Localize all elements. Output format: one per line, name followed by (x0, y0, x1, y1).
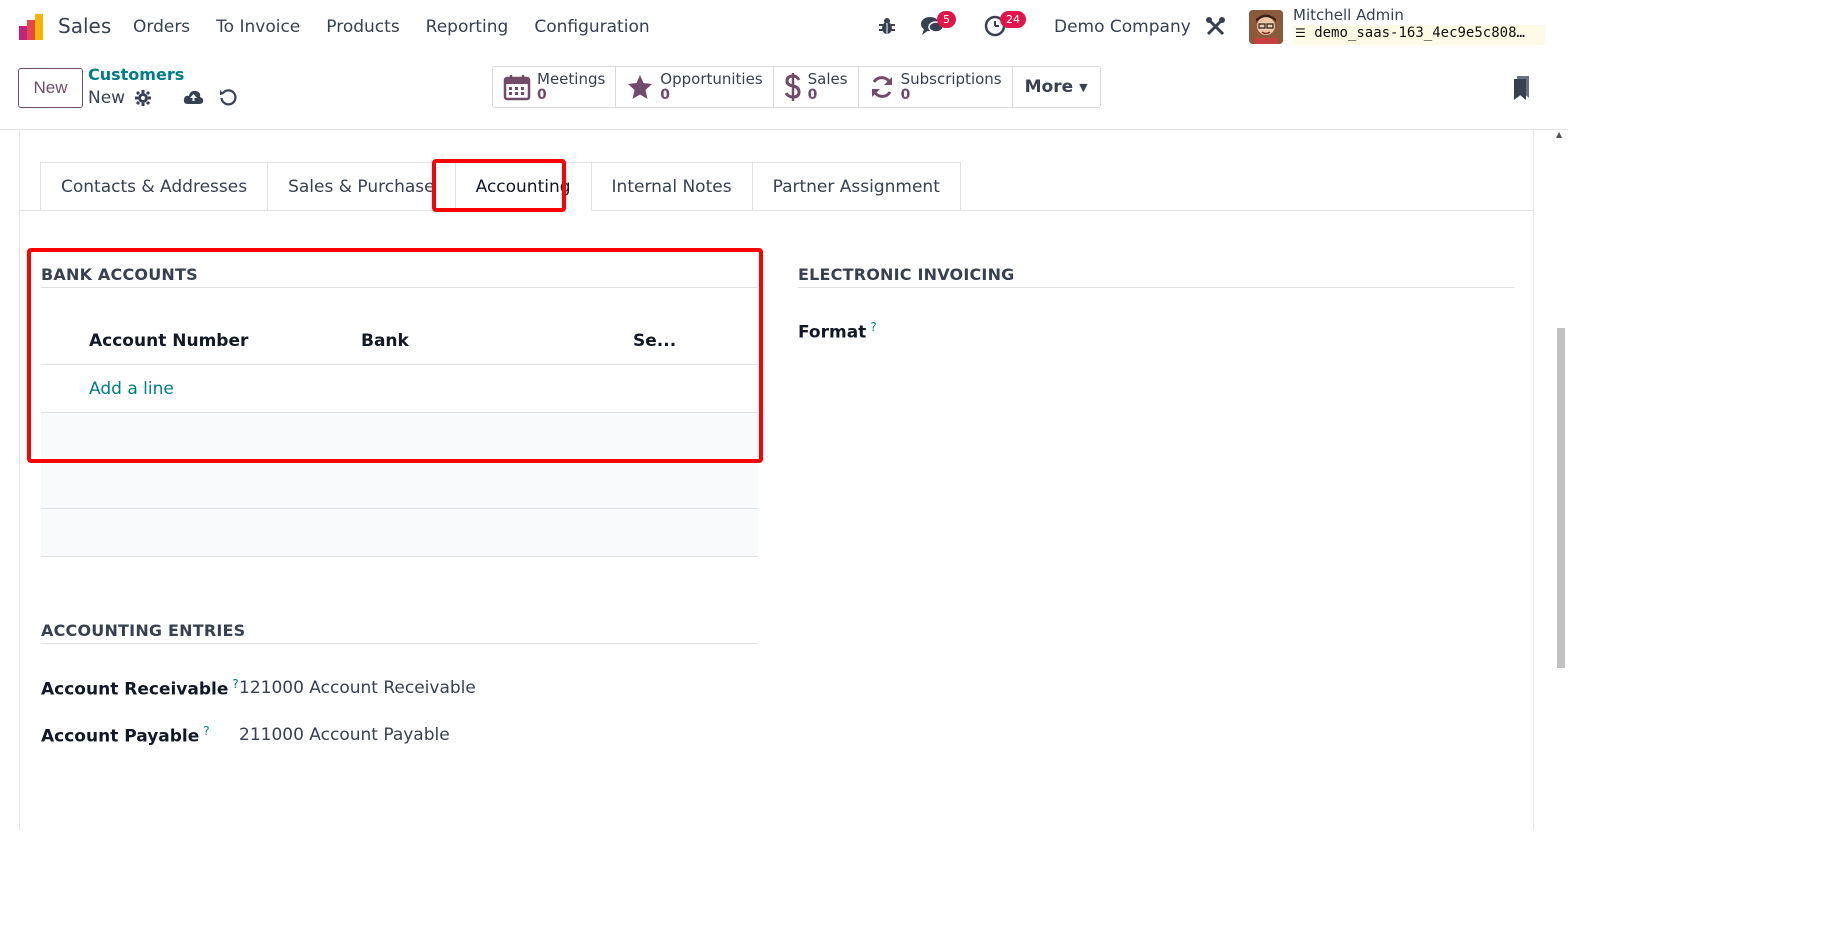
main-menu: Orders To Invoice Products Reporting Con… (120, 17, 663, 37)
account-receivable-label: Account Receivable? (41, 677, 239, 700)
tab-accounting[interactable]: Accounting (454, 162, 591, 211)
new-button[interactable]: New (18, 68, 83, 108)
breadcrumb-customers[interactable]: Customers (88, 65, 184, 84)
accounting-entries-title: ACCOUNTING ENTRIES (41, 621, 246, 640)
refresh-icon (871, 76, 892, 98)
database-icon: ☰ (1295, 26, 1306, 40)
account-payable-label-text: Account Payable (41, 726, 200, 747)
menu-configuration[interactable]: Configuration (521, 17, 662, 37)
tab-partner-assignment[interactable]: Partner Assignment (751, 162, 961, 211)
add-a-line-link[interactable]: Add a line (89, 379, 174, 399)
discard-undo-icon[interactable] (219, 88, 237, 106)
star-icon (628, 75, 653, 99)
gear-icon[interactable] (135, 90, 151, 106)
menu-reporting[interactable]: Reporting (413, 17, 522, 37)
user-name[interactable]: Mitchell Admin (1293, 6, 1404, 24)
meetings-count: 0 (537, 87, 547, 103)
user-avatar[interactable] (1249, 10, 1283, 44)
format-help-icon[interactable]: ? (870, 320, 876, 334)
dollar-icon (784, 73, 801, 101)
activities-badge: 24 (1000, 11, 1026, 28)
table-header-divider (41, 364, 758, 365)
bank-accounts-divider (41, 287, 758, 288)
account-payable-field[interactable]: 211000 Account Payable (239, 725, 450, 745)
database-name: ☰ demo_saas-163_4ec9e5c808… (1293, 25, 1545, 45)
messages-badge: 5 (937, 11, 956, 28)
subscriptions-count: 0 (900, 87, 911, 103)
save-cloud-icon[interactable] (183, 88, 204, 105)
form-sheet: Contacts & Addresses Sales & Purchase Ac… (19, 130, 1534, 830)
column-bank[interactable]: Bank (361, 331, 409, 351)
account-receivable-help-icon[interactable]: ? (232, 677, 238, 691)
notebook-tabs: Contacts & Addresses Sales & Purchase Ac… (40, 162, 961, 211)
more-dropdown[interactable]: More ▼ (1013, 67, 1100, 107)
table-empty-row (41, 509, 758, 556)
table-empty-row (41, 461, 758, 508)
sales-label: Sales (807, 70, 848, 88)
sales-app-icon[interactable] (17, 12, 47, 42)
opportunities-smart-button[interactable]: Opportunities 0 (616, 67, 774, 107)
sales-smart-button[interactable]: Sales 0 (774, 67, 859, 107)
tools-icon[interactable] (1205, 16, 1226, 37)
column-send-money[interactable]: Se... (633, 331, 676, 351)
calendar-icon (503, 75, 531, 101)
menu-products[interactable]: Products (313, 17, 412, 37)
bug-icon[interactable] (877, 16, 897, 36)
menu-orders[interactable]: Orders (120, 17, 203, 37)
more-label: More (1024, 77, 1074, 97)
account-receivable-field[interactable]: 121000 Account Receivable (239, 678, 476, 698)
page-scrollbar[interactable]: ▲ (1552, 130, 1568, 804)
scroll-up-arrow-icon[interactable]: ▲ (1556, 130, 1562, 139)
format-label: Format? (798, 320, 877, 343)
caret-down-icon: ▼ (1079, 80, 1088, 94)
meetings-label: Meetings (537, 70, 606, 88)
opportunities-count: 0 (660, 87, 671, 103)
account-payable-label: Account Payable? (41, 724, 210, 747)
subscriptions-smart-button[interactable]: Subscriptions 0 (859, 67, 1013, 107)
sales-count: 0 (807, 87, 818, 103)
opportunities-label: Opportunities (660, 70, 763, 88)
form-area: Contacts & Addresses Sales & Purchase Ac… (0, 130, 1568, 830)
tab-contacts-addresses[interactable]: Contacts & Addresses (40, 162, 268, 211)
format-label-text: Format (798, 322, 867, 343)
subscriptions-label: Subscriptions (900, 70, 1002, 88)
top-navbar: Sales Orders To Invoice Products Reporti… (0, 0, 1568, 54)
electronic-invoicing-title: ELECTRONIC INVOICING (798, 265, 1015, 284)
account-payable-help-icon[interactable]: ? (203, 724, 209, 738)
tab-sales-purchase[interactable]: Sales & Purchase (267, 162, 455, 211)
account-receivable-label-text: Account Receivable (41, 679, 229, 700)
company-switcher[interactable]: Demo Company (1054, 17, 1191, 37)
control-panel: New Customers New Meetings 0 Opportuniti… (0, 54, 1568, 130)
accounting-entries-divider (41, 643, 758, 644)
column-account-number[interactable]: Account Number (89, 331, 248, 351)
tab-internal-notes[interactable]: Internal Notes (590, 162, 752, 211)
bookmark-icon[interactable] (1513, 76, 1531, 100)
scrollbar-thumb[interactable] (1557, 328, 1565, 668)
database-label: demo_saas-163_4ec9e5c808… (1314, 25, 1525, 41)
bank-accounts-title: BANK ACCOUNTS (41, 265, 198, 284)
smart-buttons: Meetings 0 Opportunities 0 Sales 0 Subsc… (492, 66, 1101, 108)
electronic-invoicing-divider (798, 287, 1515, 288)
menu-to-invoice[interactable]: To Invoice (203, 17, 313, 37)
table-row-divider (41, 556, 758, 557)
table-empty-row (41, 413, 758, 460)
app-name[interactable]: Sales (58, 14, 111, 38)
breadcrumb-current: New (88, 88, 126, 108)
meetings-smart-button[interactable]: Meetings 0 (493, 67, 617, 107)
